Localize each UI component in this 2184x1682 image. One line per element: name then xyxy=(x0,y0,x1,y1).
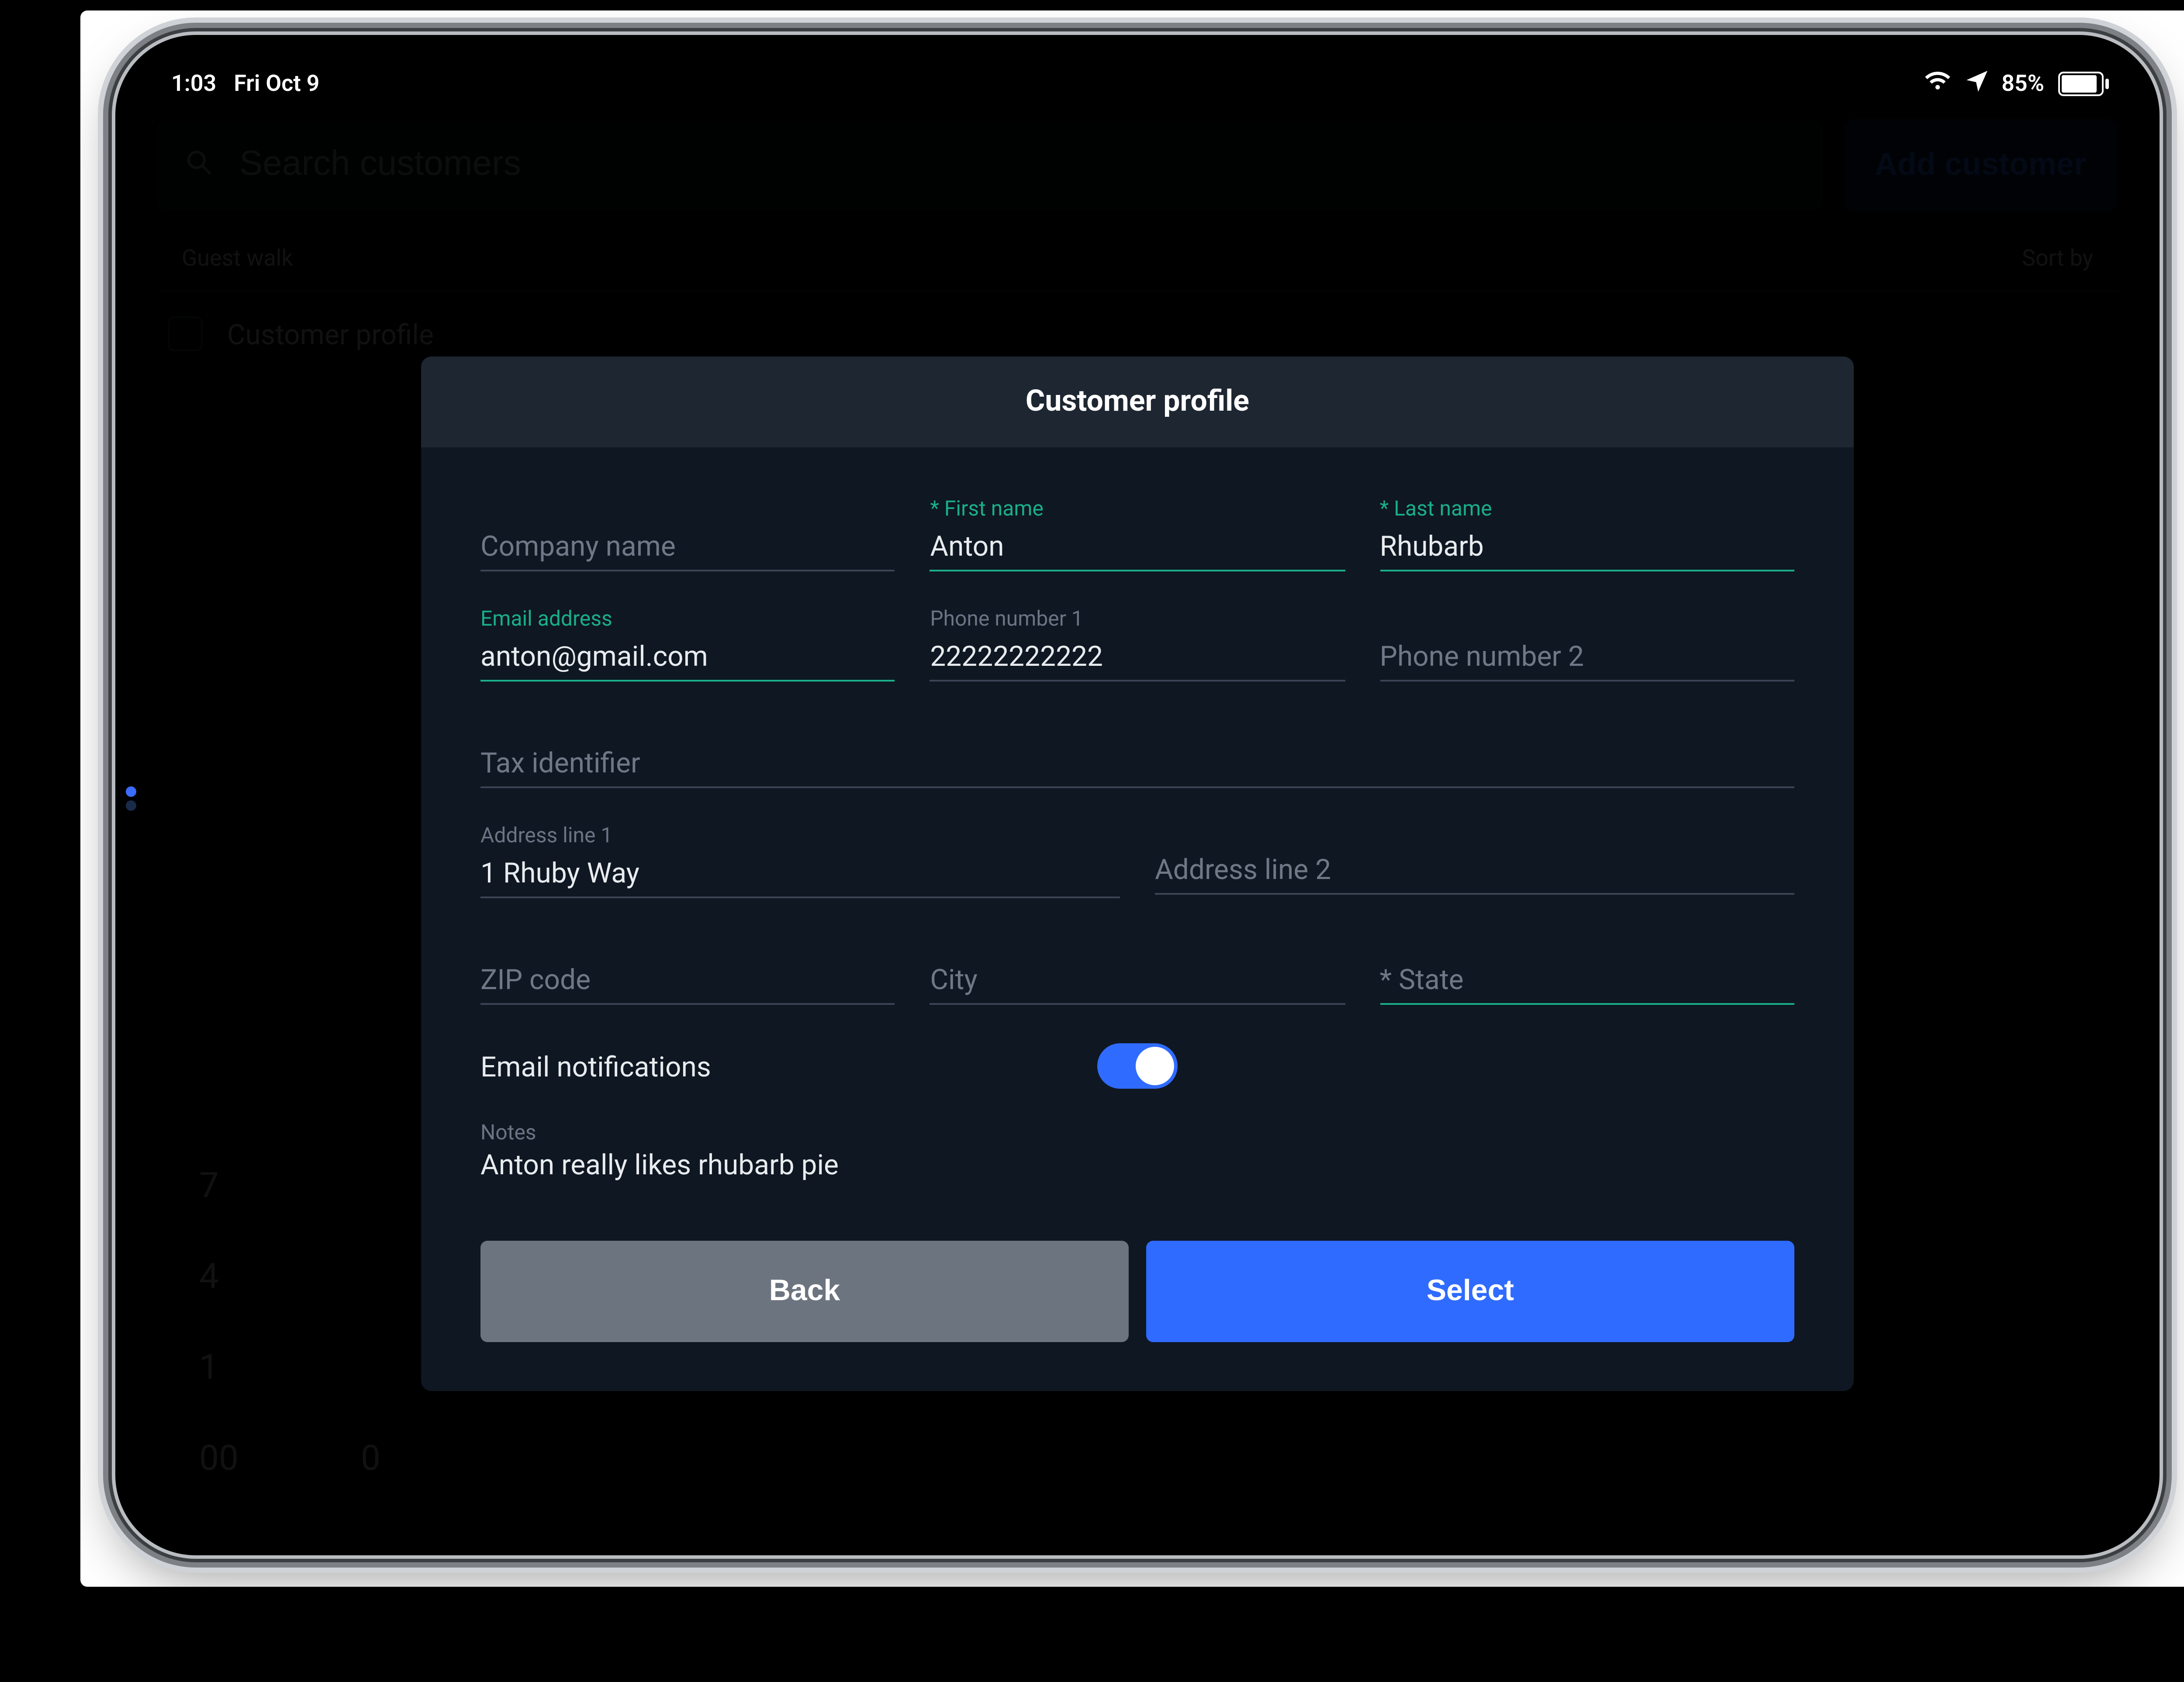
battery-pct: 85% xyxy=(2001,71,2044,97)
first-name-value: Anton xyxy=(930,524,1344,563)
phone1-label: Phone number 1 xyxy=(930,606,1344,631)
phone1-field[interactable]: Phone number 1 22222222222 xyxy=(930,603,1344,682)
notes-field[interactable]: Notes Anton really likes rhubarb pie xyxy=(480,1120,1794,1181)
first-name-label: * First name xyxy=(930,496,1344,521)
back-button[interactable]: Back xyxy=(480,1241,1129,1342)
zip-field[interactable]: ZIP code xyxy=(480,930,895,1005)
battery-icon xyxy=(2058,72,2104,96)
address2-field[interactable]: Address line 2 xyxy=(1155,820,1794,898)
tax-id-placeholder: Tax identifier xyxy=(480,716,1794,779)
status-bar: 1:03 Fri Oct 9 85% xyxy=(140,59,2135,108)
customer-profile-modal: Customer profile Company name * First na… xyxy=(421,356,1854,1391)
ipad-frame: 1:03 Fri Oct 9 85% xyxy=(115,35,2160,1555)
zip-placeholder: ZIP code xyxy=(480,933,895,996)
company-name-placeholder: Company name xyxy=(480,524,895,563)
email-field[interactable]: Email address anton@gmail.com xyxy=(480,603,895,682)
last-name-value: Rhubarb xyxy=(1380,524,1794,563)
address2-placeholder: Address line 2 xyxy=(1155,823,1794,886)
address1-field[interactable]: Address line 1 1 Rhuby Way xyxy=(480,820,1120,898)
city-placeholder: City xyxy=(930,933,1344,996)
modal-title: Customer profile xyxy=(421,356,1854,447)
phone1-value: 22222222222 xyxy=(930,634,1344,673)
email-label: Email address xyxy=(480,606,895,631)
status-date: Fri Oct 9 xyxy=(234,71,319,97)
wifi-icon xyxy=(1923,70,1951,98)
status-time: 1:03 xyxy=(171,71,216,97)
first-name-field[interactable]: * First name Anton xyxy=(930,493,1344,571)
tax-id-field[interactable]: Tax identifier xyxy=(480,713,1794,788)
notes-label: Notes xyxy=(480,1120,1794,1145)
phone2-field[interactable]: Phone number 2 xyxy=(1380,603,1794,682)
last-name-field[interactable]: * Last name Rhubarb xyxy=(1380,493,1794,571)
company-name-field[interactable]: Company name xyxy=(480,493,895,571)
location-icon xyxy=(1965,69,1987,99)
notes-value: Anton really likes rhubarb pie xyxy=(480,1148,1794,1181)
camera-indicator xyxy=(126,786,136,797)
email-notifications-toggle[interactable] xyxy=(1098,1043,1178,1089)
state-field[interactable]: * State xyxy=(1380,930,1794,1005)
address1-label: Address line 1 xyxy=(480,823,1120,848)
address1-value: 1 Rhuby Way xyxy=(480,851,1120,889)
email-notifications-label: Email notifications xyxy=(480,1049,1098,1083)
phone2-placeholder: Phone number 2 xyxy=(1380,634,1794,673)
select-button[interactable]: Select xyxy=(1146,1241,1794,1342)
last-name-label: * Last name xyxy=(1380,496,1794,521)
email-value: anton@gmail.com xyxy=(480,634,895,673)
state-placeholder: * State xyxy=(1380,933,1794,996)
city-field[interactable]: City xyxy=(930,930,1344,1005)
